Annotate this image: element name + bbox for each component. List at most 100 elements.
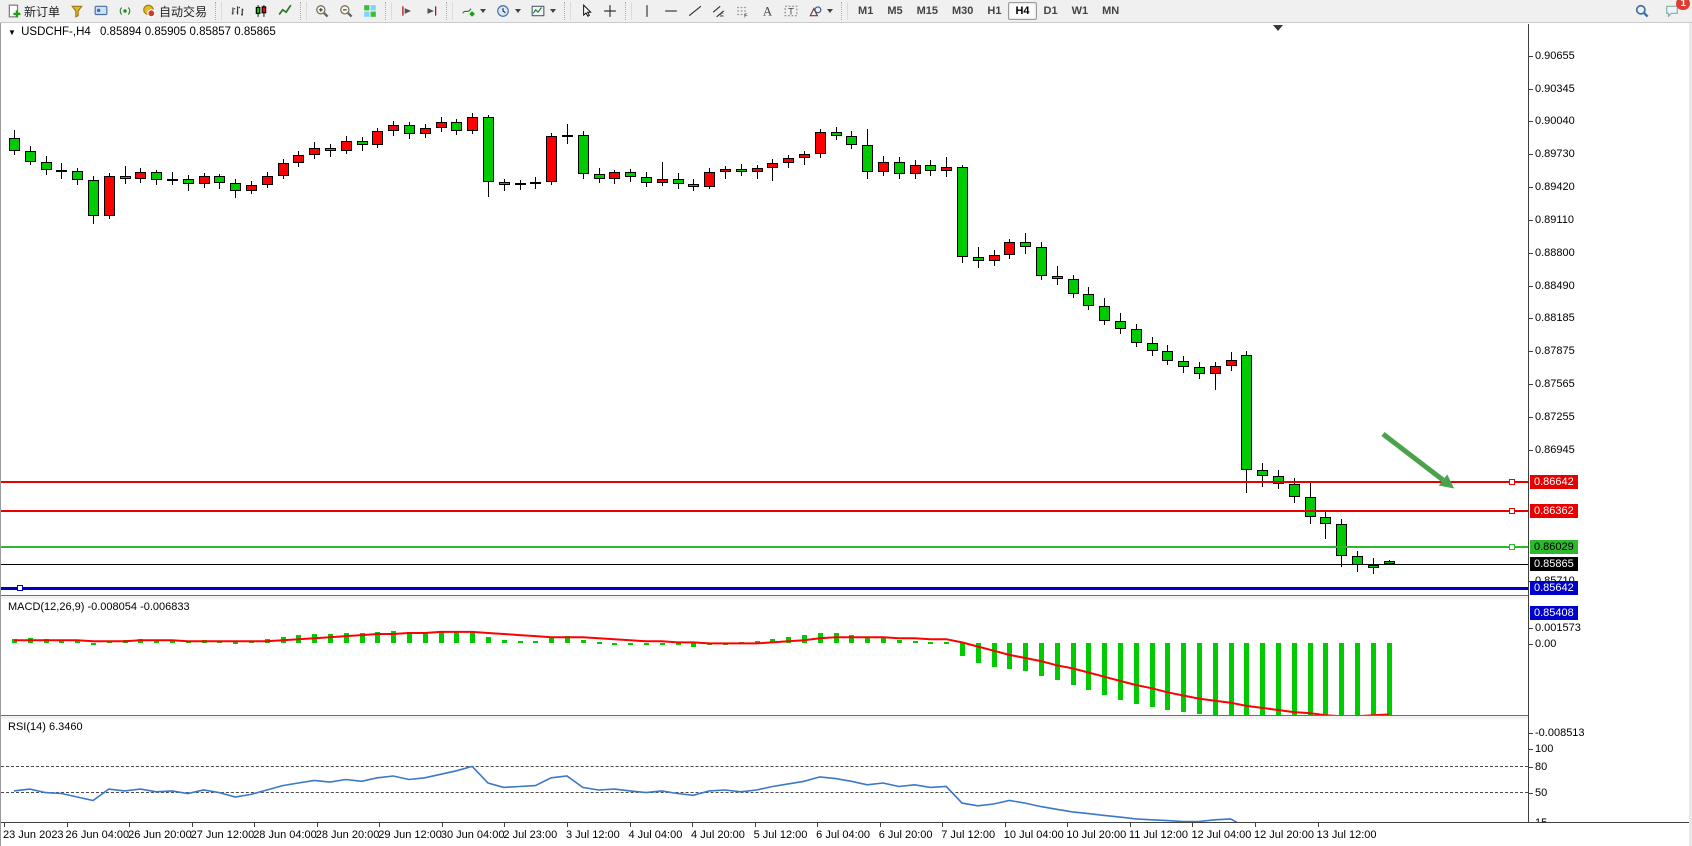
toolbar-separator: [564, 2, 571, 20]
toolbar-button-signal[interactable]: [113, 1, 137, 21]
chart-title: ▼ USDCHF-,H4 0.85894 0.85905 0.85857 0.8…: [6, 26, 278, 38]
time-axis-label: 26 Jun 20:00: [128, 829, 192, 841]
tile-windows-icon: [363, 4, 377, 18]
dropdown-caret-icon[interactable]: [550, 9, 556, 13]
hline-handle[interactable]: [17, 585, 23, 591]
price-line-label: 0.86642: [1530, 475, 1578, 489]
time-axis-tick: [1192, 823, 1193, 827]
axis-tick: [1529, 644, 1533, 645]
time-axis-label: 28 Jun 04:00: [253, 829, 317, 841]
new-order-icon: [7, 4, 21, 18]
terminal-icon: [94, 4, 108, 18]
fibonacci-icon: F: [736, 4, 750, 18]
time-axis-label: 13 Jul 12:00: [1317, 829, 1377, 841]
chart-shift-icon: [400, 4, 414, 18]
toolbar-button-search[interactable]: [1630, 1, 1654, 21]
timeframe-button-h1[interactable]: H1: [980, 2, 1008, 20]
toolbar-button-chart-autoscroll[interactable]: [419, 1, 443, 21]
axis-tick: [1529, 318, 1533, 319]
timeframe-button-m1[interactable]: M1: [851, 2, 880, 20]
toolbar-button-chart-shift[interactable]: [395, 1, 419, 21]
toolbar-button-periods[interactable]: [491, 1, 526, 21]
price-line-label: 0.85408: [1530, 606, 1578, 620]
price-line-label: 0.85865: [1530, 557, 1578, 571]
price-pane[interactable]: [1, 24, 1528, 596]
dropdown-caret-icon[interactable]: [827, 9, 833, 13]
timeframe-button-m5[interactable]: M5: [880, 2, 909, 20]
svg-text:A: A: [763, 5, 773, 18]
toolbar-button-text-label[interactable]: T: [779, 1, 803, 21]
periods-icon: [496, 4, 510, 18]
toolbar-button-new-order[interactable]: 新订单: [2, 0, 65, 23]
hline-handle[interactable]: [1509, 544, 1515, 550]
arrow-annotation[interactable]: [1383, 434, 1454, 489]
rsi-pane[interactable]: RSI(14) 6.3460: [1, 719, 1528, 822]
timeframe-button-m15[interactable]: M15: [910, 2, 945, 20]
toolbar-button-indicators[interactable]: [456, 1, 491, 21]
toolbar-button-zoom-out[interactable]: [334, 1, 358, 21]
time-axis-tick: [755, 823, 756, 827]
axis-tick: [1529, 628, 1533, 629]
toolbar-group: [395, 0, 443, 22]
toolbar-button-chart-gold[interactable]: [65, 1, 89, 21]
shapes-icon: [808, 4, 822, 18]
chart-symbol: USDCHF-,H4: [21, 26, 91, 38]
axis-tick: [1529, 793, 1533, 794]
time-axis-tick: [504, 823, 505, 827]
toolbar-button-tile-windows[interactable]: [358, 1, 382, 21]
time-axis-tick: [880, 823, 881, 827]
toolbar-button-shapes[interactable]: [803, 1, 838, 21]
toolbar-button-bar-chart[interactable]: [225, 1, 249, 21]
axis-tick: [1529, 89, 1533, 90]
hline-handle[interactable]: [1509, 479, 1515, 485]
chart-gold-icon: [70, 4, 84, 18]
chart-ohlc: 0.85894 0.85905 0.85857 0.85865: [100, 26, 276, 38]
toolbar-button-zoom-in[interactable]: [310, 1, 334, 21]
timeframe-button-h4[interactable]: H4: [1008, 2, 1036, 20]
time-axis-label: 28 Jun 20:00: [316, 829, 380, 841]
svg-text:E: E: [720, 13, 724, 18]
toolbar-button-templates[interactable]: [526, 1, 561, 21]
chart-dropdown-icon[interactable]: ▼: [8, 28, 16, 37]
toolbar-button-line-chart[interactable]: [273, 1, 297, 21]
axis-tick: [1529, 384, 1533, 385]
time-axis-tick: [817, 823, 818, 827]
time-axis-tick: [1130, 823, 1131, 827]
time-axis-label: 7 Jul 12:00: [941, 829, 995, 841]
toolbar-button-autotrade[interactable]: 自动交易: [137, 0, 212, 23]
time-axis[interactable]: 23 Jun 202326 Jun 04:0026 Jun 20:0027 Ju…: [1, 822, 1690, 846]
hline-handle[interactable]: [1509, 508, 1515, 514]
macd-pane[interactable]: MACD(12,26,9) -0.008054 -0.006833: [1, 599, 1528, 715]
toolbar-button-channel[interactable]: E: [707, 1, 731, 21]
main-toolbar: 新订单 自动交易 E FAT M1M5M15M30H1H4D1W1MN 1: [0, 0, 1692, 23]
timeframe-button-w1[interactable]: W1: [1065, 2, 1096, 20]
toolbar-button-vertical-line[interactable]: [635, 1, 659, 21]
price-tick-label: 0.89110: [1535, 214, 1574, 226]
timeframe-button-mn[interactable]: MN: [1095, 2, 1126, 20]
toolbar-button-trendline[interactable]: [683, 1, 707, 21]
toolbar-button-cursor[interactable]: [574, 1, 598, 21]
toolbar-button-label: 新订单: [24, 3, 60, 20]
time-axis-label: 11 Jul 12:00: [1129, 829, 1188, 841]
price-axis[interactable]: 0.866420.863620.860290.858650.856420.854…: [1528, 24, 1689, 822]
crosshair-icon: [603, 4, 617, 18]
toolbar-button-crosshair[interactable]: [598, 1, 622, 21]
timeframe-button-d1[interactable]: D1: [1037, 2, 1065, 20]
candlestick-icon: [254, 4, 268, 18]
toolbar-separator: [625, 2, 632, 20]
toolbar-button-candlestick[interactable]: [249, 1, 273, 21]
toolbar-button-fibonacci[interactable]: F: [731, 1, 755, 21]
toolbar-button-terminal[interactable]: [89, 1, 113, 21]
price-line-label: 0.86029: [1530, 540, 1578, 554]
toolbar-button-chat[interactable]: 1: [1660, 1, 1684, 21]
dropdown-caret-icon[interactable]: [480, 9, 486, 13]
dropdown-caret-icon[interactable]: [515, 9, 521, 13]
timeframe-button-m30[interactable]: M30: [945, 2, 980, 20]
toolbar-button-text[interactable]: A: [755, 1, 779, 21]
toolbar-right: 1: [1630, 1, 1690, 21]
time-axis-tick: [630, 823, 631, 827]
toolbar-button-horizontal-line[interactable]: [659, 1, 683, 21]
chart-window[interactable]: ▼ USDCHF-,H4 0.85894 0.85905 0.85857 0.8…: [0, 23, 1689, 846]
axis-tick: [1529, 733, 1533, 734]
price-tick-label: 0.90040: [1535, 115, 1575, 127]
